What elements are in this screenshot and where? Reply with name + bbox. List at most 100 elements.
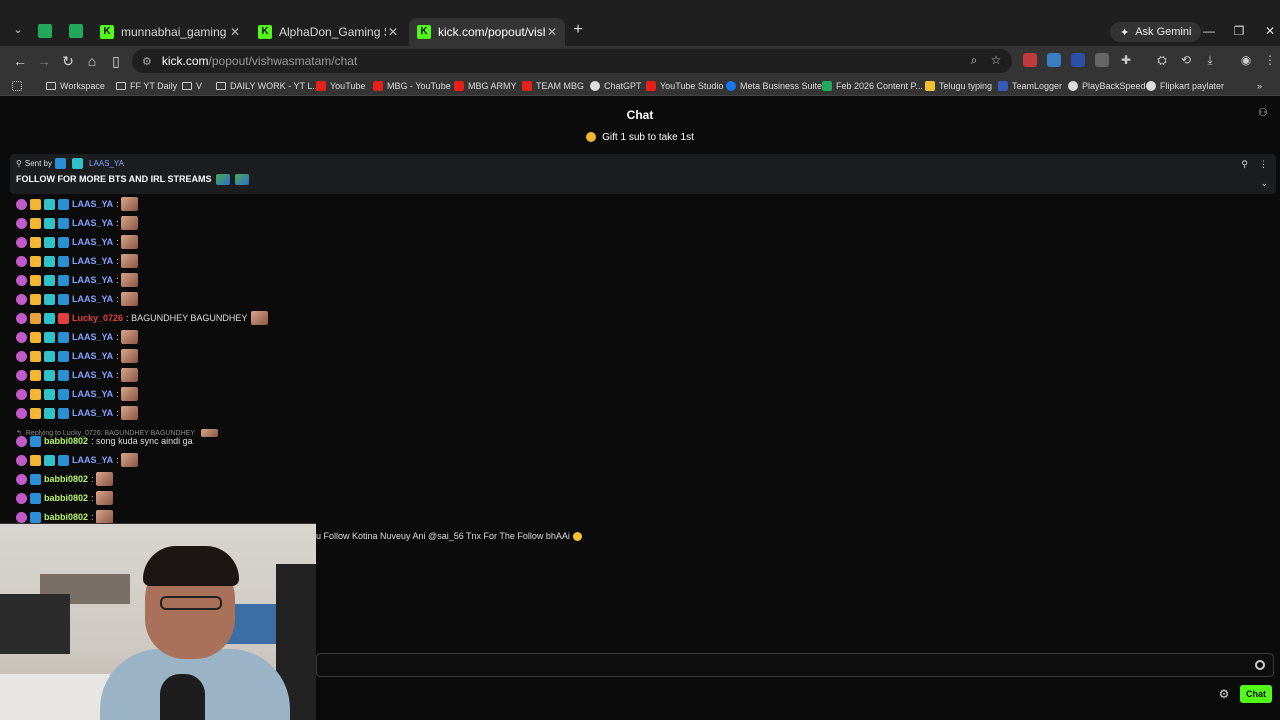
tab-munnabhai[interactable]: K munnabhai_gaming Stream - Ki ✕ [92, 18, 248, 46]
bookmark-workspace[interactable]: Workspace [46, 79, 105, 93]
chat-username[interactable]: LAAS_YA [72, 218, 113, 228]
download-icon[interactable]: ⤓ [1202, 52, 1218, 68]
chat-username[interactable]: babbi0802 [44, 474, 88, 484]
webcam-desk [0, 674, 110, 720]
chat-message[interactable]: LAAS_YA: [16, 196, 138, 212]
chat-message[interactable]: LAAS_YA: [16, 253, 138, 269]
close-tab-icon[interactable]: ✕ [386, 25, 400, 39]
bookmark-v[interactable]: V [182, 79, 202, 93]
chat-username[interactable]: LAAS_YA [72, 275, 113, 285]
chat-username[interactable]: babbi0802 [44, 436, 88, 446]
chevron-down-icon[interactable]: ⌄ [1260, 178, 1268, 189]
chat-message[interactable]: Lucky_0726: BAGUNDHEY BAGUNDHEY [16, 310, 269, 326]
bookmark-telugu-typing[interactable]: Telugu typing [925, 79, 992, 93]
chat-message[interactable]: LAAS_YA: [16, 272, 138, 288]
send-chat-button[interactable]: Chat [1240, 685, 1272, 703]
chat-username[interactable]: LAAS_YA [72, 294, 113, 304]
extension-icon-3[interactable] [1071, 53, 1085, 67]
chat-username[interactable]: LAAS_YA [72, 389, 113, 399]
bookmark-mbg-youtube[interactable]: MBG - YouTube [373, 79, 451, 93]
bookmark-star-icon[interactable]: ☆ [988, 52, 1004, 68]
pinned-sender-name[interactable]: LAAS_YA [89, 159, 124, 168]
gift-sub-banner[interactable]: Gift 1 sub to take 1st [0, 128, 1280, 148]
extension-icon-1[interactable] [1023, 53, 1037, 67]
og-badge-icon [44, 255, 55, 267]
menu-kebab-icon[interactable]: ⋮ [1262, 52, 1278, 68]
bookmark-meta-business[interactable]: Meta Business Suite [726, 79, 822, 93]
bookmark-label: YouTube [330, 81, 366, 91]
zoom-search-icon[interactable]: ⌕ [966, 52, 982, 68]
close-tab-icon[interactable]: ✕ [545, 25, 559, 39]
youtube-icon [522, 81, 532, 91]
chat-username[interactable]: LAAS_YA [72, 455, 113, 465]
apps-grid-icon[interactable] [12, 79, 22, 93]
more-bookmarks-icon[interactable]: » [1257, 79, 1262, 93]
profile-avatar-icon[interactable]: ◉ [1238, 52, 1254, 68]
pin-icon[interactable]: ⚲ [1241, 159, 1248, 170]
chat-username[interactable]: LAAS_YA [72, 351, 113, 361]
chat-message[interactable]: LAAS_YA: [16, 386, 138, 402]
history-icon[interactable]: ⟲ [1178, 52, 1194, 68]
chat-username[interactable]: babbi0802 [44, 493, 88, 503]
pinned-more-icon[interactable]: ⋮ [1259, 159, 1268, 170]
bookmark-feb-2026[interactable]: Feb 2026 Content P... [822, 79, 923, 93]
chat-username[interactable]: LAAS_YA [72, 237, 113, 247]
chat-username[interactable]: LAAS_YA [72, 199, 113, 209]
chat-message[interactable]: LAAS_YA: [16, 234, 138, 250]
extension-icon-4[interactable] [1095, 53, 1109, 67]
tab-alphadon[interactable]: K AlphaDon_Gaming Stream - Kic ✕ [250, 18, 406, 46]
chat-message[interactable]: LAAS_YA: [16, 367, 138, 383]
chat-username[interactable]: babbi0802 [44, 512, 88, 522]
home-icon[interactable]: ⌂ [83, 52, 101, 70]
ask-gemini-button[interactable]: ✦ Ask Gemini [1110, 22, 1202, 42]
emoji-picker-icon[interactable] [1255, 660, 1265, 670]
tab-kick-popout[interactable]: K kick.com/popout/vishwasmatam ✕ [409, 18, 565, 46]
address-bar[interactable]: ⚙ kick.com /popout/vishwasmatam/chat [132, 49, 1012, 73]
reload-icon[interactable]: ↻ [59, 52, 77, 70]
pinned-tab-sheets-icon[interactable] [38, 24, 52, 38]
minimize-icon[interactable]: — [1194, 22, 1224, 40]
chat-users-icon[interactable]: ⚇ [1258, 106, 1272, 120]
back-icon[interactable]: ← [11, 52, 29, 70]
chat-message[interactable]: LAAS_YA: [16, 329, 138, 345]
chat-username[interactable]: LAAS_YA [72, 332, 113, 342]
bookmark-youtube[interactable]: YouTube [316, 79, 365, 93]
bookmark-playbackspeed[interactable]: PlayBackSpeed [1068, 79, 1146, 93]
extensions-puzzle-icon[interactable]: ✚ [1118, 52, 1134, 68]
chat-message[interactable]: LAAS_YA: [16, 452, 138, 468]
chat-username[interactable]: LAAS_YA [72, 408, 113, 418]
close-window-icon[interactable]: ✕ [1255, 22, 1280, 40]
chat-message[interactable]: LAAS_YA: [16, 348, 138, 364]
close-tab-icon[interactable]: ✕ [228, 25, 242, 39]
tab-search-icon[interactable]: ⌄ [10, 22, 26, 38]
chat-input-box[interactable] [316, 653, 1274, 677]
chat-username[interactable]: LAAS_YA [72, 370, 113, 380]
restore-icon[interactable]: ❐ [1224, 22, 1254, 40]
profile-guest-icon[interactable]: ⛭ [1154, 52, 1170, 68]
new-tab-icon[interactable]: + [570, 22, 586, 38]
chat-username[interactable]: LAAS_YA [72, 256, 113, 266]
partial-chat-message[interactable]: u Follow Kotina Nuveuy Ani @sai_56 Tnx F… [316, 531, 582, 542]
bookmark-ff-yt-daily[interactable]: FF YT Daily [116, 79, 177, 93]
bookmark-daily-work[interactable]: DAILY WORK - YT L... [216, 79, 320, 93]
bookmark-youtube-studio[interactable]: YouTube Studio [646, 79, 723, 93]
bookmark-mbg-army[interactable]: MBG ARMY [454, 79, 517, 93]
chat-message[interactable]: LAAS_YA: [16, 215, 138, 231]
forward-icon[interactable]: → [35, 52, 53, 70]
bookmark-teamlogger[interactable]: TeamLogger [998, 79, 1062, 93]
chat-username[interactable]: Lucky_0726 [72, 313, 123, 323]
bookmark-team-mbg[interactable]: TEAM MBG [522, 79, 584, 93]
bookmark-chatgpt[interactable]: ChatGPT [590, 79, 642, 93]
chat-settings-gear-icon[interactable]: ⚙ [1218, 688, 1230, 700]
chat-message[interactable]: LAAS_YA: [16, 405, 138, 421]
split-view-icon[interactable]: ▯ [107, 52, 125, 70]
chat-message[interactable]: babbi0802: [16, 490, 113, 506]
chat-message[interactable]: LAAS_YA: [16, 291, 138, 307]
chat-message[interactable]: babbi0802: song kuda sync aindi ga [16, 433, 193, 449]
pinned-tab-sheets-icon-2[interactable] [69, 24, 83, 38]
extension-icon-2[interactable] [1047, 53, 1061, 67]
bookmark-flipkart[interactable]: Flipkart paylater [1146, 79, 1224, 93]
chat-input[interactable] [317, 654, 1273, 676]
chat-message[interactable]: babbi0802: [16, 471, 113, 487]
site-info-icon[interactable]: ⚙ [142, 55, 152, 68]
